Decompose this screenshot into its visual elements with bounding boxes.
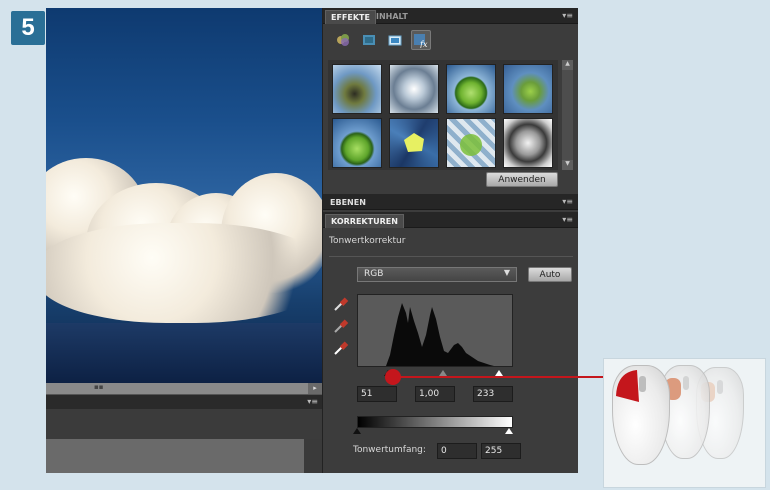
output-levels-slider[interactable] [353, 428, 513, 434]
layers-tabbar: EBENEN ▾≡ [323, 194, 578, 210]
white-point-eyedropper-icon[interactable] [333, 340, 349, 356]
output-levels-gradient [357, 416, 513, 428]
filter-thumb-6[interactable] [389, 118, 439, 168]
filter-thumb-8[interactable] [503, 118, 553, 168]
corrections-tabbar: KORREKTUREN ▾≡ [323, 212, 578, 228]
apply-button[interactable]: Anwenden [486, 172, 558, 187]
callout-dot [385, 369, 401, 385]
histogram [357, 294, 513, 367]
thumbnail-scrollbar[interactable]: ▲ ▼ [562, 60, 573, 170]
project-bin [46, 409, 322, 439]
mouse-drag-illustration [603, 358, 766, 488]
panel-bin: EFFEKTE INHALT ▾≡ fx ▲ ▼ Anwenden EBENEN… [322, 8, 578, 473]
tab-layers[interactable]: EBENEN [325, 196, 371, 210]
panel-menu-icon[interactable]: ▾≡ [562, 215, 573, 224]
input-gamma-field[interactable]: 1,00 [415, 386, 455, 402]
layer-style-icon[interactable] [359, 30, 379, 50]
callout-line [393, 376, 607, 378]
panel-menu-icon[interactable]: ▾≡ [307, 397, 318, 406]
channel-select[interactable]: RGB ▼ [357, 267, 517, 282]
mouse-icon [612, 365, 670, 465]
divider [329, 256, 573, 257]
panel-menu-icon[interactable]: ▾≡ [562, 197, 573, 206]
canvas-horizontal-scrollbar[interactable]: ▪▪ ▸ [46, 383, 322, 394]
auto-button[interactable]: Auto [528, 267, 572, 282]
output-white-handle[interactable] [505, 428, 513, 434]
output-max-field[interactable]: 255 [481, 443, 521, 459]
input-black-field[interactable]: 51 [357, 386, 397, 402]
filter-thumb-7[interactable] [446, 118, 496, 168]
effects-tabbar: EFFEKTE INHALT ▾≡ [323, 8, 578, 24]
scroll-up-arrow-icon[interactable]: ▲ [562, 60, 573, 70]
channel-select-value: RGB [364, 269, 384, 279]
panel-menu-icon[interactable]: ▾≡ [562, 11, 573, 20]
project-bin-area [46, 439, 304, 473]
fx-icon[interactable]: fx [411, 30, 431, 50]
output-levels-label: Tonwertumfang: [353, 445, 426, 455]
gray-point-eyedropper-icon[interactable] [333, 318, 349, 334]
photo-effect-icon[interactable] [385, 30, 405, 50]
filter-icon[interactable] [333, 30, 353, 50]
filter-thumb-2[interactable] [389, 64, 439, 114]
step-number-badge: 5 [11, 11, 45, 45]
input-white-field[interactable]: 233 [473, 386, 513, 402]
chevron-down-icon: ▼ [503, 268, 510, 277]
corrections-title: Tonwertkorrektur [329, 236, 406, 246]
scroll-down-arrow-icon[interactable]: ▼ [562, 160, 573, 170]
effects-thumbnail-grid [328, 60, 558, 170]
scroll-right-arrow-icon[interactable]: ▸ [308, 383, 322, 394]
filter-thumb-4[interactable] [503, 64, 553, 114]
filter-thumb-3[interactable] [446, 64, 496, 114]
image-canvas[interactable] [46, 8, 322, 383]
output-min-field[interactable]: 0 [437, 443, 477, 459]
svg-text:fx: fx [419, 40, 428, 48]
output-black-handle[interactable] [353, 428, 361, 434]
photoshop-elements-window: ≡ ▪▪ ▸ ▾≡ EFFEKTE INHALT ▾≡ fx [46, 8, 578, 473]
tab-content[interactable]: INHALT [371, 10, 413, 24]
tab-effects[interactable]: EFFEKTE [325, 10, 376, 24]
black-point-eyedropper-icon[interactable] [333, 296, 349, 312]
project-bin-header: ▾≡ [46, 394, 322, 409]
tab-corrections[interactable]: KORREKTUREN [325, 214, 404, 228]
filter-thumb-5[interactable] [332, 118, 382, 168]
filter-thumb-1[interactable] [332, 64, 382, 114]
